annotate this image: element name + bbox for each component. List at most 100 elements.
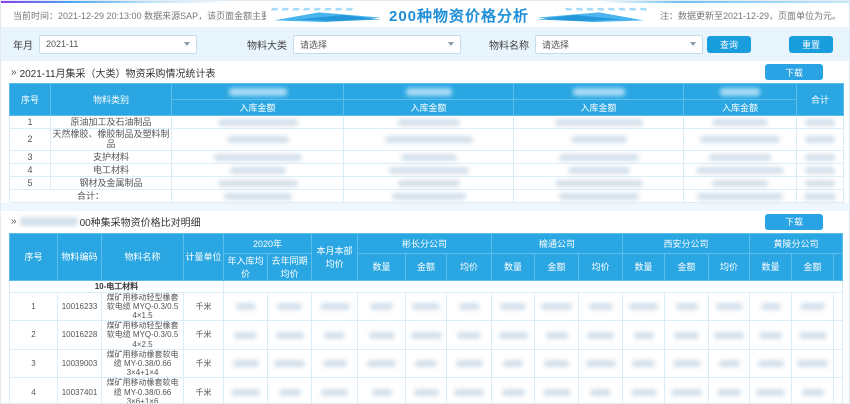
redacted-value	[323, 360, 347, 367]
redacted-value	[214, 154, 302, 161]
redacted-value	[712, 119, 768, 126]
column-header-qty: 数量	[358, 253, 406, 280]
material-name-select[interactable]: 请选择	[535, 35, 703, 54]
column-header-amt: 金额	[665, 253, 709, 280]
column-group-redacted	[172, 84, 344, 100]
table-cell	[792, 292, 834, 321]
table-cell	[447, 321, 492, 350]
table-row: 1原油加工及石油制品	[10, 116, 844, 129]
redacted-value	[634, 332, 654, 339]
table-row: 3支护材料	[10, 150, 844, 163]
table-cell	[797, 116, 844, 129]
chevron-down-icon	[690, 42, 696, 46]
table-cell: 煤矿用移动橡套软电缆 MY-0.38/0.66 3×6+1×6	[102, 378, 184, 404]
top-left-note-area: 当前时间：2021-12-29 20:13:00 数据来源SAP，该页面金额主要…	[9, 9, 266, 22]
table-cell	[579, 292, 623, 321]
redacted-value	[230, 167, 286, 174]
table-cell	[312, 292, 358, 321]
table-cell: 钢材及金属制品	[51, 176, 172, 189]
query-button[interactable]: 查询	[707, 36, 751, 53]
current-time-note: 当前时间：2021-12-29 20:13:00 数据来源SAP，该页面金额主要…	[13, 9, 266, 22]
table-cell	[224, 292, 268, 321]
reset-button[interactable]: 重置	[789, 36, 833, 53]
column-header-avg: 均价	[447, 253, 492, 280]
section2-download-button[interactable]: 下载	[765, 214, 823, 230]
section2-header: » 00种集采物资价格比对明细 下载	[1, 211, 849, 233]
redacted-value	[712, 180, 768, 187]
redacted-value	[320, 303, 350, 310]
table-row: 4电工材料	[10, 163, 844, 176]
table-cell	[792, 349, 834, 378]
redacted-value	[499, 332, 528, 339]
table-row: 序号 物料编码 物料名称 计量单位 2020年 本月本部均价 彬长分公司 榆通公…	[10, 233, 843, 253]
redacted-value	[805, 167, 835, 174]
table-cell	[750, 378, 792, 404]
redacted-value	[717, 389, 741, 396]
table-cell	[579, 349, 623, 378]
table-cell	[834, 349, 843, 378]
category-select[interactable]: 请选择	[293, 35, 461, 54]
redacted-value	[218, 119, 298, 126]
header-decoration-right	[534, 7, 652, 23]
column-header-category: 物料类别	[51, 84, 172, 116]
year-month-select[interactable]: 2021-11	[39, 35, 197, 54]
table-cell	[797, 163, 844, 176]
column-header-avg: 均价	[579, 253, 623, 280]
redacted-value	[543, 389, 571, 396]
redacted-value	[274, 360, 305, 367]
table-cell	[535, 349, 579, 378]
table-cell	[514, 150, 684, 163]
table-cell	[406, 378, 447, 404]
redacted-value	[401, 154, 457, 161]
table-cell	[406, 321, 447, 350]
redacted-value	[629, 303, 658, 310]
redacted-value	[797, 360, 828, 367]
table-cell	[312, 321, 358, 350]
table-cell	[834, 321, 843, 350]
redacted-value	[415, 360, 437, 367]
table-row: 序号 物料类别 合计	[10, 84, 844, 100]
table-cell: 1	[10, 292, 58, 321]
column-group-redacted	[514, 84, 684, 100]
category-value: 请选择	[300, 38, 327, 51]
redacted-text	[229, 88, 287, 96]
redacted-value	[758, 360, 784, 367]
column-header-amount: 入库金额	[684, 100, 797, 116]
column-group-redacted	[344, 84, 514, 100]
table-cell	[792, 321, 834, 350]
table-cell: 1	[10, 116, 51, 129]
table-cell	[312, 378, 358, 404]
redacted-value	[586, 360, 616, 367]
year-month-label: 年月	[13, 37, 33, 52]
column-header-clipped	[834, 253, 843, 280]
table-cell	[492, 349, 535, 378]
material-name-value: 请选择	[542, 38, 569, 51]
table-cell	[623, 349, 665, 378]
column-header-unit: 计量单位	[184, 233, 224, 280]
table-cell: 3	[10, 150, 51, 163]
redacted-value	[800, 303, 825, 310]
table-cell: 10016228	[58, 321, 102, 350]
table-cell	[750, 321, 792, 350]
table-cell	[344, 189, 514, 202]
redacted-value	[799, 332, 827, 339]
table-cell: 4	[10, 163, 51, 176]
table-cell	[224, 321, 268, 350]
table-cell	[750, 349, 792, 378]
redacted-value	[541, 303, 572, 310]
redacted-value	[414, 389, 439, 396]
table-cell: 电工材料	[51, 163, 172, 176]
table-cell	[358, 378, 406, 404]
section1-download-button[interactable]: 下载	[765, 64, 823, 80]
column-header-avg: 均价	[709, 253, 750, 280]
redacted-text	[20, 217, 78, 226]
table-cell	[344, 176, 514, 189]
table-cell: 煤矿用移动橡套软电缆 MY-0.38/0.66 3×4+1×4	[102, 349, 184, 378]
total-row: 合计：	[10, 189, 844, 202]
redacted-value	[324, 332, 345, 339]
redacted-value	[568, 167, 630, 174]
table-cell	[344, 163, 514, 176]
table-cell	[268, 321, 312, 350]
material-group-row: 10-电工材料	[10, 280, 843, 292]
table-cell	[447, 378, 492, 404]
